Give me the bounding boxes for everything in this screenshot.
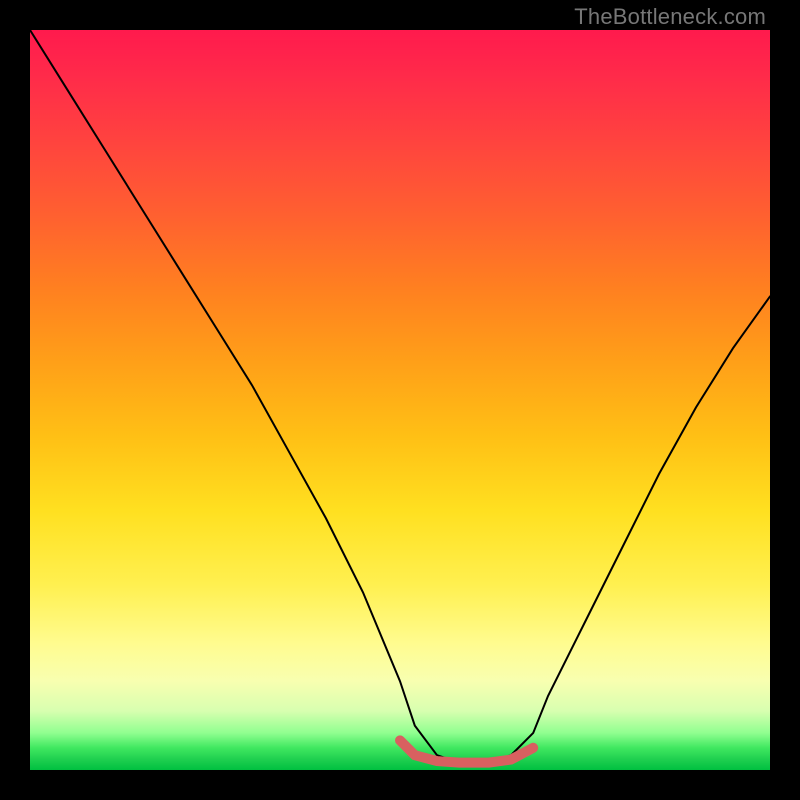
optimal-zone-marker — [400, 740, 533, 762]
watermark-text: TheBottleneck.com — [574, 4, 766, 30]
bottleneck-curve — [30, 30, 770, 763]
curve-layer — [30, 30, 770, 770]
chart-plot-area — [30, 30, 770, 770]
chart-frame: TheBottleneck.com — [0, 0, 800, 800]
